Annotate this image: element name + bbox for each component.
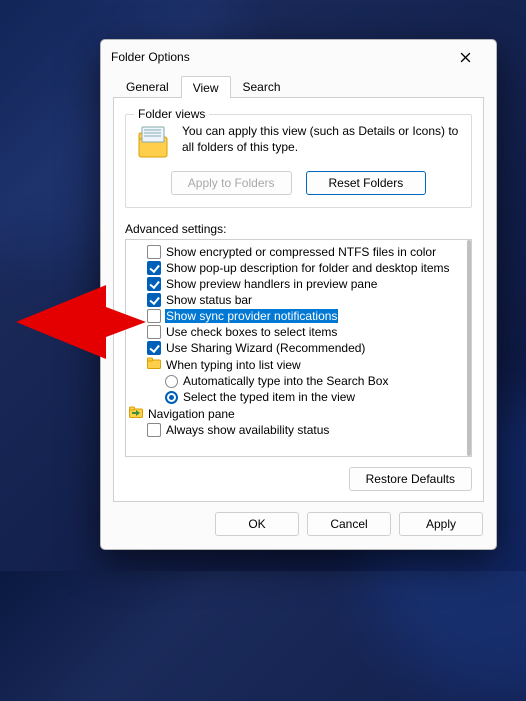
restore-defaults-button[interactable]: Restore Defaults — [349, 467, 472, 491]
tree-item[interactable]: Show encrypted or compressed NTFS files … — [129, 245, 468, 259]
checkbox-icon — [147, 245, 161, 259]
folder-views-group: Folder views You can apply this view (su… — [125, 114, 472, 208]
tree-item[interactable]: Show pop-up description for folder and d… — [129, 261, 468, 275]
titlebar: Folder Options — [101, 40, 496, 74]
advanced-settings-label: Advanced settings: — [125, 222, 472, 236]
close-button[interactable] — [444, 43, 486, 71]
tree-item-label: Show pop-up description for folder and d… — [165, 261, 451, 275]
navigation-pane-icon — [129, 406, 143, 421]
tree-item[interactable]: Use Sharing Wizard (Recommended) — [129, 341, 468, 355]
reset-folders-button[interactable]: Reset Folders — [306, 171, 427, 195]
tree-item-label: Use Sharing Wizard (Recommended) — [165, 341, 366, 355]
checkbox-icon — [147, 309, 161, 323]
dialog-title: Folder Options — [111, 50, 444, 64]
checkbox-icon — [147, 325, 161, 339]
tabstrip: General View Search — [101, 74, 496, 97]
advanced-settings-tree[interactable]: Show encrypted or compressed NTFS files … — [125, 239, 472, 457]
tree-item[interactable]: When typing into list view — [129, 357, 468, 372]
checkbox-icon — [147, 293, 161, 307]
tree-item-label: Automatically type into the Search Box — [182, 374, 389, 388]
radio-icon — [165, 391, 178, 404]
apply-to-folders-button[interactable]: Apply to Folders — [171, 171, 292, 195]
folder-options-dialog: Folder Options General View Search Folde… — [100, 39, 497, 550]
apply-button[interactable]: Apply — [399, 512, 483, 536]
tree-item[interactable]: Automatically type into the Search Box — [129, 374, 468, 388]
tab-view[interactable]: View — [181, 76, 231, 98]
cancel-button[interactable]: Cancel — [307, 512, 391, 536]
tree-item-label: Show sync provider notifications — [165, 309, 338, 323]
tree-item-label: When typing into list view — [165, 358, 302, 372]
tab-panel-view: Folder views You can apply this view (su… — [113, 97, 484, 502]
tree-item[interactable]: Show sync provider notifications — [129, 309, 468, 323]
tree-item-label: Always show availability status — [165, 423, 330, 437]
tree-item[interactable]: Navigation pane — [129, 406, 468, 421]
ok-button[interactable]: OK — [215, 512, 299, 536]
tree-item-label: Use check boxes to select items — [165, 325, 338, 339]
tree-item[interactable]: Always show availability status — [129, 423, 468, 437]
close-icon — [460, 52, 471, 63]
tree-item-label: Show encrypted or compressed NTFS files … — [165, 245, 437, 259]
tree-item[interactable]: Use check boxes to select items — [129, 325, 468, 339]
tree-item-label: Show preview handlers in preview pane — [165, 277, 378, 291]
tree-item[interactable]: Show status bar — [129, 293, 468, 307]
folder-views-text: You can apply this view (such as Details… — [182, 123, 461, 161]
tab-general[interactable]: General — [114, 75, 181, 97]
tree-item-label: Select the typed item in the view — [182, 390, 356, 404]
dialog-buttons: OK Cancel Apply — [101, 512, 496, 549]
tree-item[interactable]: Show preview handlers in preview pane — [129, 277, 468, 291]
checkbox-icon — [147, 277, 161, 291]
folder-icon — [147, 357, 161, 372]
tree-item-label: Navigation pane — [147, 407, 236, 421]
scrollbar[interactable] — [467, 240, 471, 456]
folder-views-label: Folder views — [134, 107, 209, 121]
folder-views-icon — [136, 125, 172, 161]
tree-item[interactable]: Select the typed item in the view — [129, 390, 468, 404]
checkbox-icon — [147, 423, 161, 437]
tree-item-label: Show status bar — [165, 293, 253, 307]
checkbox-icon — [147, 341, 161, 355]
radio-icon — [165, 375, 178, 388]
tab-search[interactable]: Search — [231, 75, 293, 97]
checkbox-icon — [147, 261, 161, 275]
